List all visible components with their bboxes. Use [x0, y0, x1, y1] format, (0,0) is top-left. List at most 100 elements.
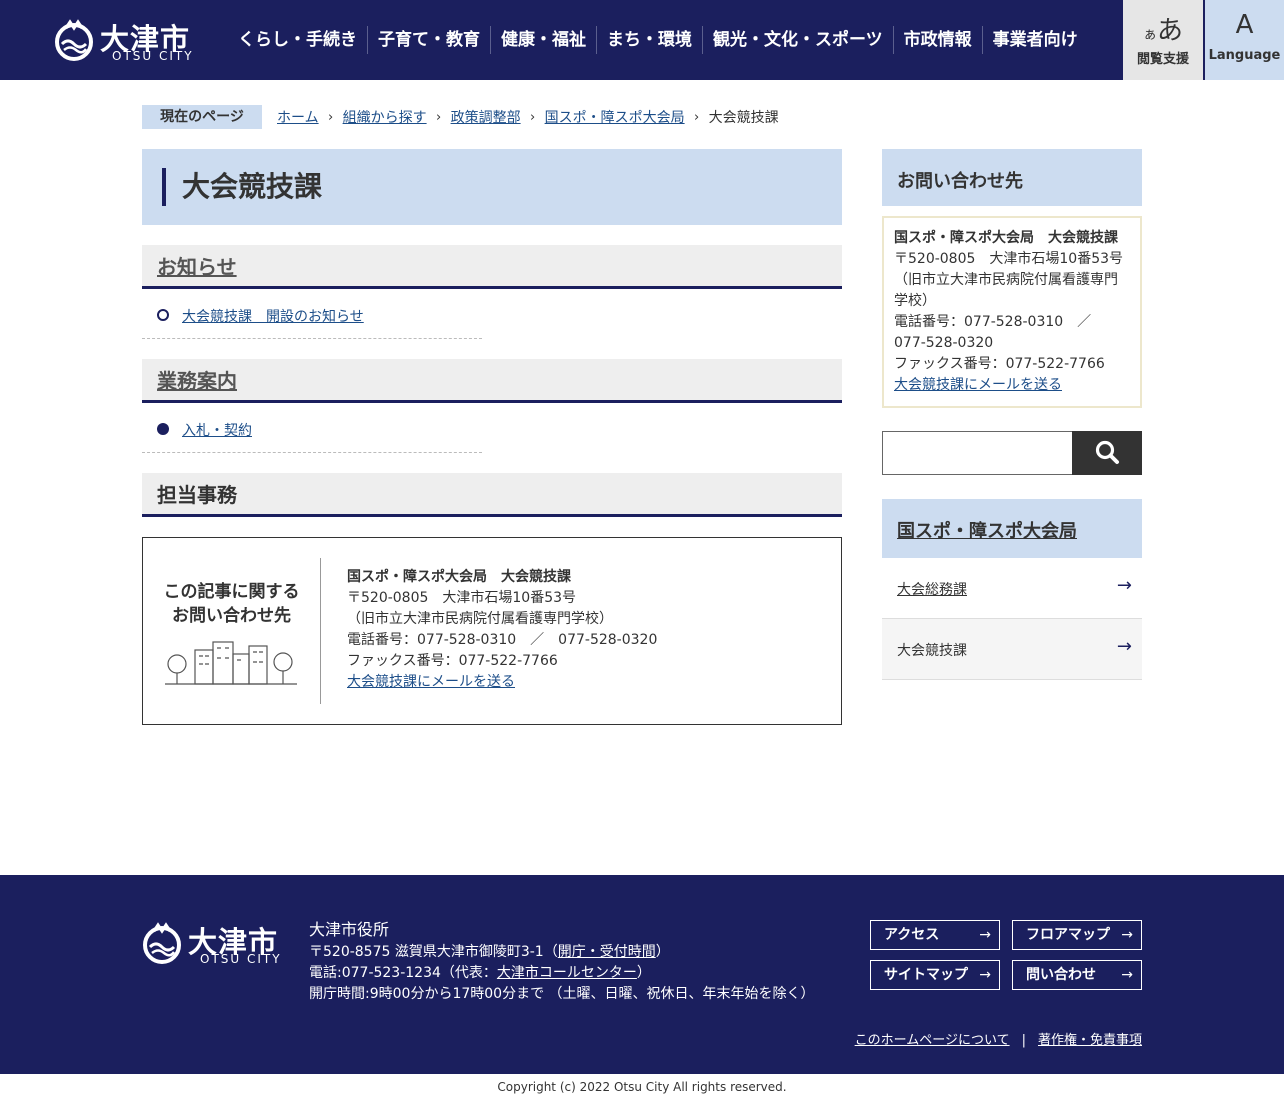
breadcrumb-organization[interactable]: 組織から探す	[343, 107, 427, 127]
sidebar-item-general-affairs[interactable]: 大会総務課 →	[882, 558, 1142, 619]
sidebar-contact-heading-text: お問い合わせ先	[897, 171, 1023, 192]
accessibility-icon: ぁあ	[1142, 16, 1183, 46]
sidebar-item-label: 大会競技課	[897, 643, 967, 659]
contact-mail-link[interactable]: 大会競技課にメールを送る	[347, 674, 515, 690]
chevron-right-icon: ›	[529, 109, 536, 125]
list-item: 大会競技課 開設のお知らせ	[142, 289, 482, 339]
search-icon	[1095, 440, 1119, 464]
footer-about-link[interactable]: このホームページについて	[855, 1033, 1010, 1048]
breadcrumb-home[interactable]: ホーム	[277, 107, 319, 127]
footer-logo-subtext: OTSU CITY	[200, 952, 282, 966]
circle-bullet-icon	[157, 309, 169, 321]
arrow-right-icon: →	[1116, 575, 1132, 596]
breadcrumb-policy-dept[interactable]: 政策調整部	[451, 107, 521, 127]
nav-town-environment[interactable]: まち・環境	[596, 26, 702, 54]
language-button[interactable]: A Language	[1205, 0, 1284, 80]
dot-bullet-icon	[157, 423, 169, 435]
contact-address-note: （旧市立大津市民病院付属看護専門学校）	[347, 611, 613, 627]
chevron-right-icon: ›	[327, 109, 334, 125]
footer-access-button[interactable]: アクセス →	[870, 920, 1000, 950]
sidebar-section-heading: 国スポ・障スポ大会局	[882, 499, 1142, 558]
footer-open-hours: 開庁時間:9時00分から17時00分まで （土曜、日曜、祝休日、年末年始を除く）	[309, 986, 815, 1002]
contact-address: 〒520-0805 大津市石場10番53号	[347, 590, 577, 606]
news-heading: お知らせ	[142, 245, 842, 289]
article-contact-box: この記事に関する お問い合わせ先 国スポ・障スポ大会局 大会競技課 〒520-08…	[142, 537, 842, 725]
sidebar-contact-fax: ファックス番号：077-522-7766	[894, 356, 1105, 372]
language-icon: A	[1235, 10, 1254, 40]
contact-box-label: この記事に関する お問い合わせ先	[143, 558, 321, 704]
nav-tourism-culture-sports[interactable]: 観光・文化・スポーツ	[702, 26, 893, 54]
footer-office-name: 大津市役所	[309, 920, 390, 939]
sidebar-item-label: 大会総務課	[897, 582, 967, 598]
duties-heading: 担当事務	[142, 473, 842, 517]
search-input[interactable]	[882, 431, 1073, 475]
accessibility-label: 閲覧支援	[1136, 52, 1189, 67]
page-title: 大会競技課	[182, 170, 323, 203]
arrow-right-icon: →	[1116, 636, 1132, 657]
title-accent-bar	[162, 168, 166, 206]
footer-copyright-link[interactable]: 著作権・免責事項	[1038, 1033, 1142, 1048]
nav-childcare-education[interactable]: 子育て・教育	[367, 26, 490, 54]
business-heading-link[interactable]: 業務案内	[157, 369, 237, 393]
sidebar-contact-phone: 電話番号：077-528-0310 ／ 077-528-0320	[894, 314, 1106, 351]
contact-phone: 電話番号：077-528-0310 ／ 077-528-0320	[347, 632, 658, 648]
footer-phone-line: 電話:077-523-1234（代表：大津市コールセンター）	[309, 965, 651, 981]
sidebar-contact-address-note: （旧市立大津市民病院付属看護専門学校）	[894, 272, 1118, 309]
accessibility-button[interactable]: ぁあ 閲覧支援	[1123, 0, 1203, 80]
search-button[interactable]	[1072, 431, 1142, 475]
nav-living[interactable]: くらし・手続き	[228, 26, 367, 54]
sidebar-contact-address: 〒520-0805 大津市石場10番53号	[894, 251, 1124, 267]
contact-org: 国スポ・障スポ大会局 大会競技課	[347, 569, 571, 585]
footer-links: このホームページについて | 著作権・免責事項	[855, 1029, 1142, 1048]
city-illustration-icon	[165, 641, 297, 685]
footer-info: 大津市役所 〒520-8575 滋賀県大津市御陵町3-1（開庁・受付時間） 電話…	[309, 919, 815, 1005]
global-nav: くらし・手続き 子育て・教育 健康・福祉 まち・環境 観光・文化・スポーツ 市政…	[228, 26, 1088, 54]
arrow-right-icon: →	[1121, 967, 1133, 983]
site-search	[882, 431, 1142, 475]
footer-address-line: 〒520-8575 滋賀県大津市御陵町3-1（開庁・受付時間）	[309, 944, 670, 960]
news-heading-link[interactable]: お知らせ	[157, 255, 237, 279]
breadcrumb-current-label: 現在のページ	[142, 105, 262, 129]
sidebar-item-competition[interactable]: 大会競技課 →	[882, 619, 1142, 680]
nav-health-welfare[interactable]: 健康・福祉	[490, 26, 596, 54]
sidebar-contact-org: 国スポ・障スポ大会局 大会競技課	[894, 230, 1118, 246]
sidebar-contact-mail-link[interactable]: 大会競技課にメールを送る	[894, 377, 1062, 393]
arrow-right-icon: →	[979, 967, 991, 983]
contact-fax: ファックス番号：077-522-7766	[347, 653, 558, 669]
contact-title-line1: この記事に関する	[163, 582, 300, 602]
otsu-logo-icon	[143, 922, 181, 964]
footer-inquiry-button[interactable]: 問い合わせ →	[1012, 960, 1142, 990]
language-label: Language	[1208, 48, 1281, 63]
arrow-right-icon: →	[979, 927, 991, 943]
otsu-logo-icon	[55, 19, 93, 61]
nav-business[interactable]: 事業者向け	[981, 26, 1088, 54]
sidebar-contact-heading: お問い合わせ先	[882, 149, 1142, 206]
news-link[interactable]: 大会競技課 開設のお知らせ	[182, 306, 364, 326]
breadcrumb: 現在のページ ホーム › 組織から探す › 政策調整部 › 国スポ・障スポ大会局…	[142, 105, 779, 129]
duties-heading-text: 担当事務	[157, 483, 237, 507]
site-header: 大津市 OTSU CITY くらし・手続き 子育て・教育 健康・福祉 まち・環境…	[0, 0, 1284, 80]
breadcrumb-sports-bureau[interactable]: 国スポ・障スポ大会局	[545, 107, 685, 127]
footer-hours-link[interactable]: 開庁・受付時間	[558, 944, 656, 960]
footer-logo: 大津市 OTSU CITY	[142, 919, 287, 969]
breadcrumb-current-page: 大会競技課	[708, 110, 779, 126]
business-heading: 業務案内	[142, 359, 842, 403]
nav-city-info[interactable]: 市政情報	[892, 26, 982, 54]
footer-callcenter-link[interactable]: 大津市コールセンター	[497, 965, 637, 981]
sidebar-section-link[interactable]: 国スポ・障スポ大会局	[897, 517, 1077, 543]
footer-floormap-button[interactable]: フロアマップ →	[1012, 920, 1142, 950]
list-item: 入札・契約	[142, 403, 482, 453]
chevron-right-icon: ›	[435, 109, 442, 125]
site-footer: 大津市 OTSU CITY 大津市役所 〒520-8575 滋賀県大津市御陵町3…	[0, 875, 1284, 1074]
logo-subtext: OTSU CITY	[112, 49, 194, 63]
chevron-right-icon: ›	[693, 109, 700, 125]
footer-link-separator: |	[1021, 1033, 1026, 1048]
sidebar-contact-box: 国スポ・障スポ大会局 大会競技課 〒520-0805 大津市石場10番53号 （…	[882, 216, 1142, 408]
business-link[interactable]: 入札・契約	[182, 420, 252, 440]
arrow-right-icon: →	[1121, 927, 1133, 943]
site-logo[interactable]: 大津市 OTSU CITY	[54, 16, 199, 64]
footer-sitemap-button[interactable]: サイトマップ →	[870, 960, 1000, 990]
page-title-box: 大会競技課	[142, 149, 842, 225]
copyright-text: Copyright (c) 2022 Otsu City All rights …	[497, 1080, 787, 1094]
contact-title-line2: お問い合わせ先	[172, 606, 291, 626]
